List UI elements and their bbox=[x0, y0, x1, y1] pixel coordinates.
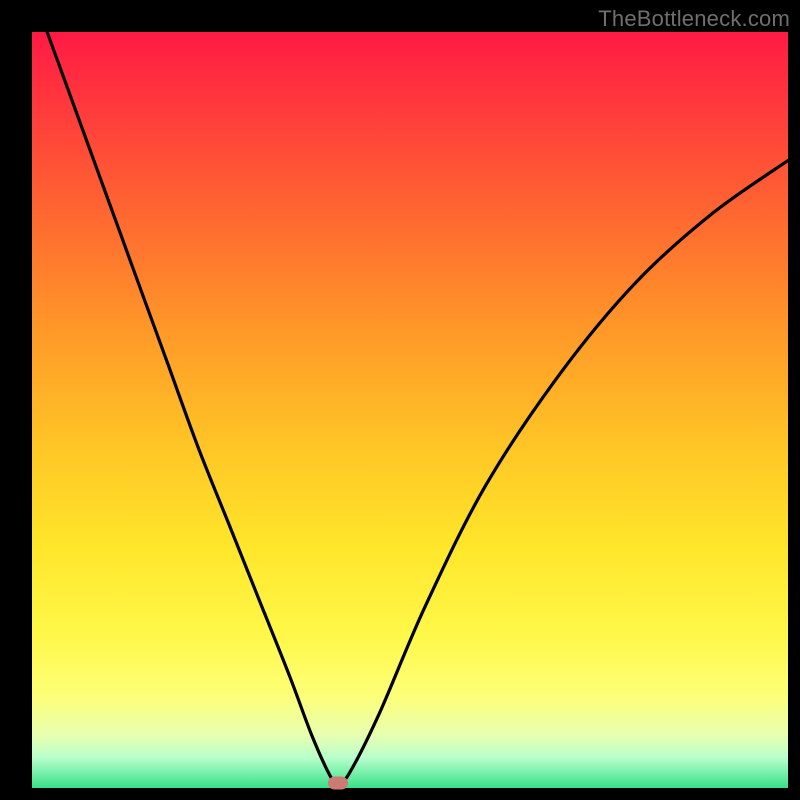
plot-area bbox=[32, 32, 788, 788]
bottleneck-curve bbox=[32, 32, 788, 788]
chart-frame: TheBottleneck.com bbox=[0, 0, 800, 800]
watermark-text: TheBottleneck.com bbox=[598, 6, 790, 32]
optimum-marker bbox=[328, 776, 348, 789]
